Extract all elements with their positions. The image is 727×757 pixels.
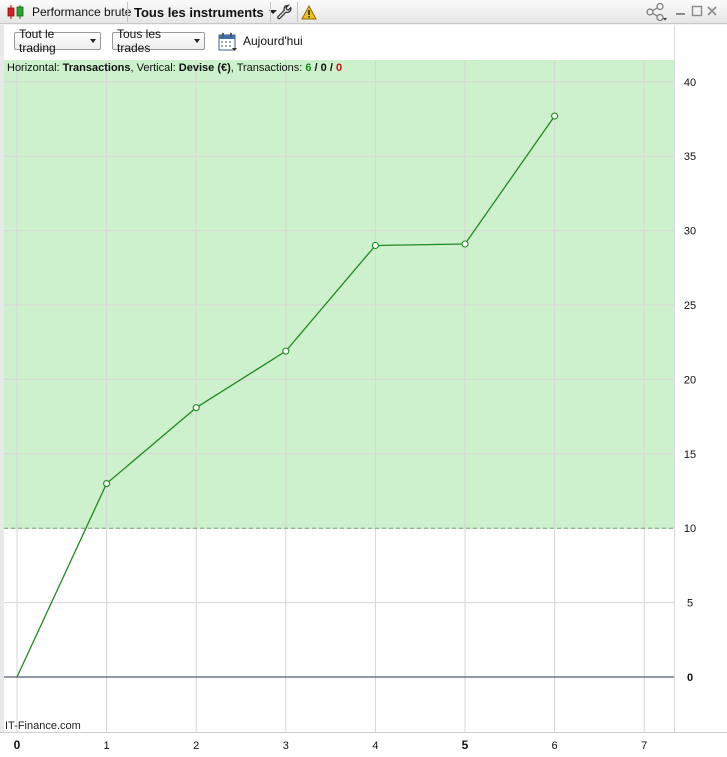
data-point <box>103 480 111 488</box>
left-edge <box>0 25 4 732</box>
title-bar: Performance brute Tous les instruments <box>0 0 727 24</box>
horizontal-value: Transactions <box>62 62 131 74</box>
chevron-down-icon <box>194 39 200 43</box>
x-axis-panel <box>0 732 727 757</box>
share-icon[interactable] <box>646 0 668 24</box>
trading-filter-dropdown[interactable]: Tout le trading <box>14 27 101 55</box>
data-point <box>371 241 379 250</box>
calendar-icon[interactable] <box>218 32 238 52</box>
instruments-label: Tous les instruments <box>134 4 264 20</box>
vertical-prefix: , Vertical: <box>130 62 179 74</box>
title-separator <box>297 2 298 22</box>
minimize-icon[interactable] <box>675 4 687 18</box>
chart-info: Horizontal: Transactions, Vertical: Devi… <box>7 62 342 74</box>
count-separator: / <box>326 62 336 74</box>
data-point <box>192 404 200 412</box>
close-icon[interactable] <box>706 4 718 18</box>
horizontal-prefix: Horizontal: <box>7 62 63 74</box>
data-point <box>282 347 290 355</box>
plot-background <box>4 60 674 732</box>
maximize-icon[interactable] <box>691 4 703 18</box>
trading-filter-label: Tout le trading <box>19 27 56 55</box>
equity-line <box>16 115 556 678</box>
toolbar: Tout le trading Tous les trades Aujourd'… <box>4 25 674 60</box>
count-separator: / <box>311 62 321 74</box>
title-separator <box>270 2 271 22</box>
candlestick-icon[interactable] <box>6 0 26 24</box>
chevron-down-icon <box>90 39 96 43</box>
wrench-icon[interactable] <box>276 0 294 24</box>
date-label[interactable]: Aujourd'hui <box>243 34 303 48</box>
positive-zone <box>4 60 674 529</box>
vertical-value: Devise (€) <box>178 62 231 74</box>
y-axis-panel <box>674 25 727 732</box>
data-point <box>551 112 559 120</box>
data-point <box>461 240 469 248</box>
performance-tab[interactable]: Performance brute <box>32 0 131 24</box>
transactions-negative-count: 0 <box>335 62 343 74</box>
transactions-prefix: , Transactions: <box>230 62 306 74</box>
trades-filter-dropdown[interactable]: Tous les trades <box>112 27 205 55</box>
watermark: IT-Finance.com <box>5 720 81 732</box>
performance-chart: 05101520253035400 1 2 3 4 5 6 7 <box>4 60 696 752</box>
trades-filter-label: Tous les trades <box>117 27 162 55</box>
title-separator <box>127 2 128 22</box>
warning-icon[interactable] <box>301 0 317 24</box>
instruments-dropdown[interactable]: Tous les instruments <box>134 0 277 24</box>
